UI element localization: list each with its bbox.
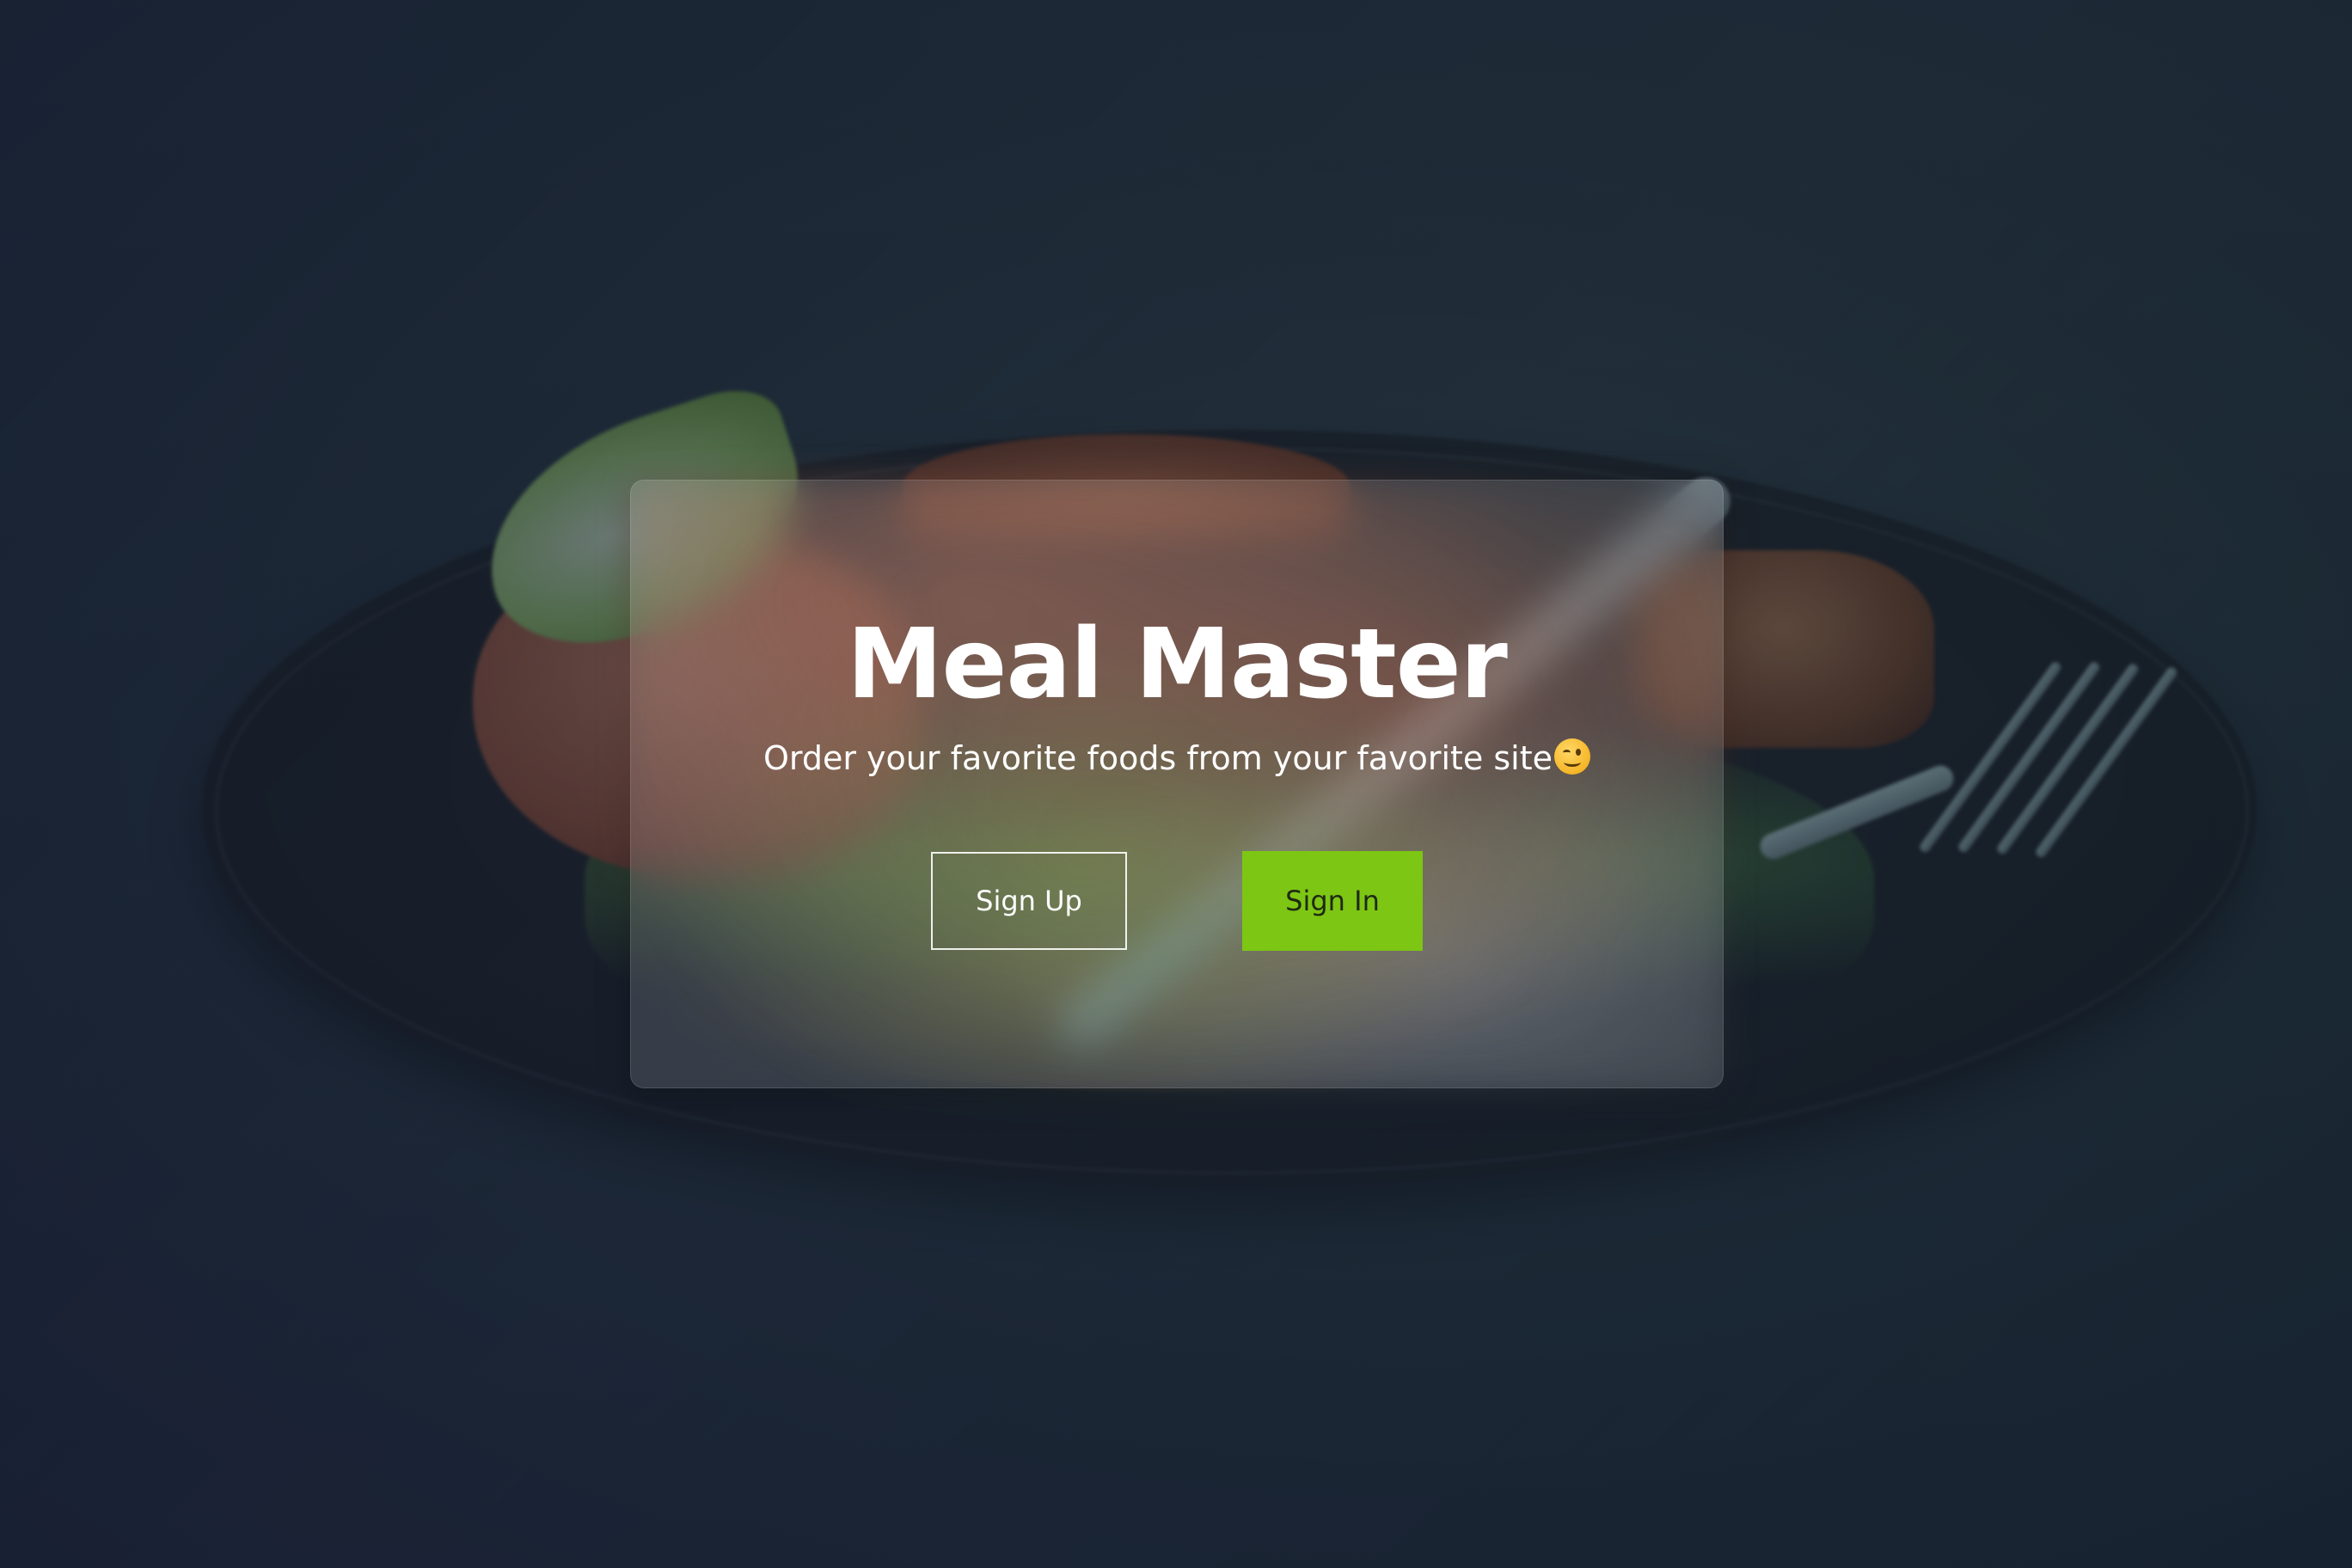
card-blur-layer: [631, 481, 1723, 1087]
landing-page: Meal Master Order your favorite foods fr…: [0, 0, 2352, 1568]
page-title: Meal Master: [847, 609, 1508, 720]
hero-card: Meal Master Order your favorite foods fr…: [630, 480, 1724, 1088]
tagline-text: Order your favorite foods from your favo…: [763, 739, 1553, 777]
sign-up-button[interactable]: Sign Up: [931, 852, 1127, 950]
wink-eye: [1576, 749, 1581, 756]
sign-in-button[interactable]: Sign In: [1242, 851, 1423, 951]
tagline: Order your favorite foods from your favo…: [631, 738, 1723, 775]
winking-face-icon: [1554, 738, 1590, 775]
